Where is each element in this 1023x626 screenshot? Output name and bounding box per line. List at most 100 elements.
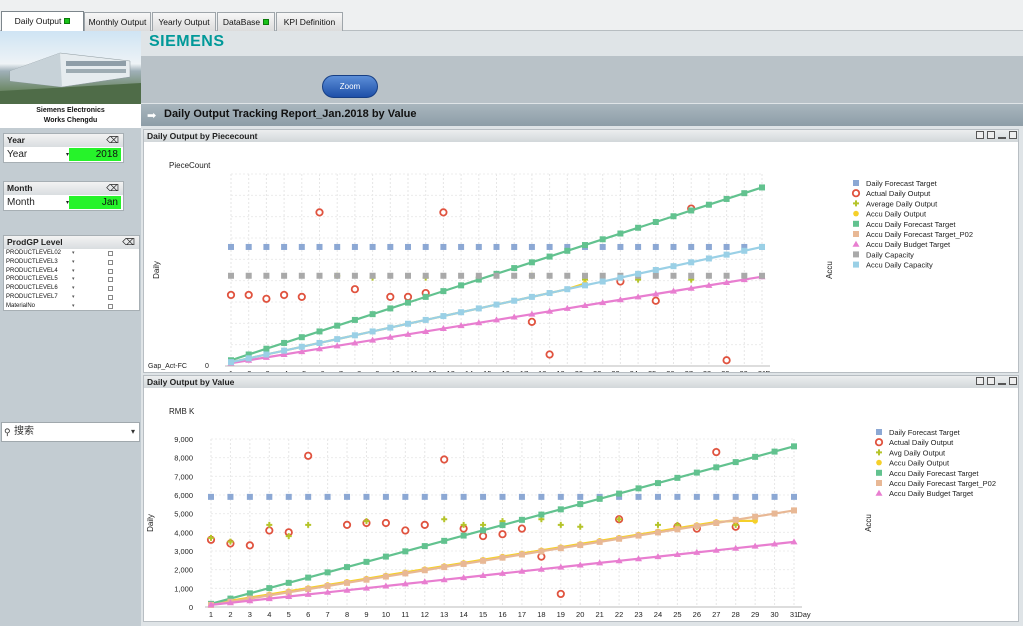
year-value[interactable]: 2018 <box>69 148 121 161</box>
x-tick-label: 30 <box>740 369 748 372</box>
checkbox[interactable] <box>108 259 113 265</box>
chart-point <box>228 243 234 250</box>
dropdown-icon[interactable]: ▾ <box>72 258 75 267</box>
chart-point <box>281 272 288 279</box>
chart-point <box>441 537 448 544</box>
chart-point <box>688 259 695 266</box>
year-row[interactable]: Year ▾ 2018 <box>4 147 123 163</box>
header-band <box>141 56 1023 103</box>
x-tick-label: 3 <box>248 610 252 619</box>
chart-point <box>405 320 411 327</box>
x-tick-label: 10 <box>382 610 390 619</box>
legend-label: Avg Daily Output <box>889 448 946 457</box>
legend-label: Actual Daily Output <box>866 189 931 198</box>
eraser-icon[interactable]: ⌫ <box>122 236 135 249</box>
print-icon[interactable] <box>976 377 984 385</box>
tab-yearly-output[interactable]: Yearly Output <box>152 12 216 31</box>
month-row[interactable]: Month ▾ Jan <box>4 195 123 211</box>
chart-point <box>382 573 389 580</box>
chart-point <box>528 293 535 300</box>
dropdown-icon[interactable]: ▾ <box>72 275 75 284</box>
prodgp-row[interactable]: PRODUCTLEVEL6 ▾ <box>4 284 139 293</box>
chart-point <box>511 297 518 304</box>
chart-point <box>440 288 447 295</box>
checkbox[interactable] <box>108 277 113 283</box>
chart-point <box>557 521 564 528</box>
chart-point <box>298 243 305 250</box>
dropdown-icon[interactable]: ▾ <box>72 249 75 258</box>
chart-point <box>546 243 553 250</box>
prodgp-row[interactable]: PRODUCTLEVEL3 ▾ <box>4 258 139 267</box>
y-tick-label: 8,000 <box>174 454 193 463</box>
x-tick-label: 8 <box>345 610 349 619</box>
x-tick-label: 6 <box>320 369 324 372</box>
series-actual-daily-output <box>206 447 740 599</box>
chart-point <box>693 493 700 500</box>
chart-point <box>674 474 681 481</box>
maximize-icon[interactable] <box>1009 131 1017 139</box>
checkbox[interactable] <box>108 286 113 292</box>
year-listbox[interactable]: Year ⌫ Year ▾ 2018 <box>3 133 124 163</box>
chevron-down-icon[interactable]: ▾ <box>131 423 135 441</box>
chart-point <box>440 313 447 320</box>
month-value[interactable]: Jan <box>69 196 121 209</box>
report-title-bar: ➡ Daily Output Tracking Report_Jan.2018 … <box>141 104 1023 126</box>
chart-point <box>545 350 554 359</box>
legend-item: Accu Daily Output <box>853 210 927 219</box>
y-tick-label: 7,000 <box>174 472 193 481</box>
chart-title: Daily Output by Piececount <box>144 130 1018 142</box>
prodgp-row[interactable]: MaterialNo ▾ <box>4 302 139 311</box>
chart-point <box>670 243 677 250</box>
unit-label: RMB K <box>169 407 195 416</box>
legend-item: Daily Forecast Target <box>876 428 961 437</box>
dropdown-icon[interactable]: ▾ <box>72 267 75 276</box>
checkbox[interactable] <box>108 251 113 256</box>
export-icon[interactable] <box>987 377 995 385</box>
maximize-icon[interactable] <box>1009 377 1017 385</box>
chart-point <box>577 493 584 500</box>
prodgp-row[interactable]: PRODUCTLEVEL4 ▾ <box>4 267 139 276</box>
prodgp-row[interactable]: PRODUCTLEVEL5 ▾ <box>4 275 139 284</box>
tab-monthly-output[interactable]: Monthly Output <box>84 12 151 31</box>
chart-point <box>528 243 535 250</box>
chart-point <box>596 495 603 502</box>
dropdown-icon[interactable]: ▾ <box>72 302 75 311</box>
checkbox[interactable] <box>108 294 113 300</box>
month-listbox[interactable]: Month ⌫ Month ▾ Jan <box>3 181 124 211</box>
prodgp-row[interactable]: PRODUCTLEVEL7 ▾ <box>4 293 139 302</box>
minimize-icon[interactable] <box>998 383 1006 385</box>
chart-point <box>263 272 270 279</box>
eraser-icon[interactable]: ⌫ <box>106 182 119 195</box>
checkbox[interactable] <box>108 303 113 309</box>
chart-point <box>458 309 465 316</box>
dropdown-icon[interactable]: ▾ <box>72 293 75 302</box>
search-box[interactable]: ⚲ 搜索 ▾ <box>1 422 140 442</box>
x-tick-label: 12 <box>428 369 436 372</box>
prodgp-level-listbox[interactable]: ProdGP Level ⌫ PRODUCTLEVEL02 ▾ PRODUCTLEVE… <box>3 235 140 311</box>
chart-point <box>564 247 571 254</box>
minimize-icon[interactable] <box>998 137 1006 139</box>
legend-label: Actual Daily Output <box>889 438 954 447</box>
chart-point <box>405 299 411 306</box>
chart-point <box>617 243 624 250</box>
corner-label: Gap_Act-FC <box>148 363 187 370</box>
chart-point <box>582 282 588 289</box>
chart-point <box>439 208 448 217</box>
chart-point <box>511 243 518 250</box>
chart-point <box>875 489 883 496</box>
chart-point <box>564 272 571 279</box>
zoom-button[interactable]: Zoom <box>322 75 378 98</box>
prodgp-row[interactable]: PRODUCTLEVEL02 ▾ <box>4 249 139 258</box>
tab-kpi-definition[interactable]: KPI Definition <box>276 12 343 31</box>
chart-point <box>732 493 739 500</box>
chart-point <box>265 526 274 535</box>
chart-point <box>876 449 882 456</box>
checkbox[interactable] <box>108 268 113 274</box>
chart-point <box>421 543 428 550</box>
export-icon[interactable] <box>987 131 995 139</box>
tab-daily-output[interactable]: Daily Output <box>1 11 84 31</box>
eraser-icon[interactable]: ⌫ <box>106 134 119 147</box>
print-icon[interactable] <box>976 131 984 139</box>
dropdown-icon[interactable]: ▾ <box>72 284 75 293</box>
tab-database[interactable]: DataBase <box>217 12 275 31</box>
